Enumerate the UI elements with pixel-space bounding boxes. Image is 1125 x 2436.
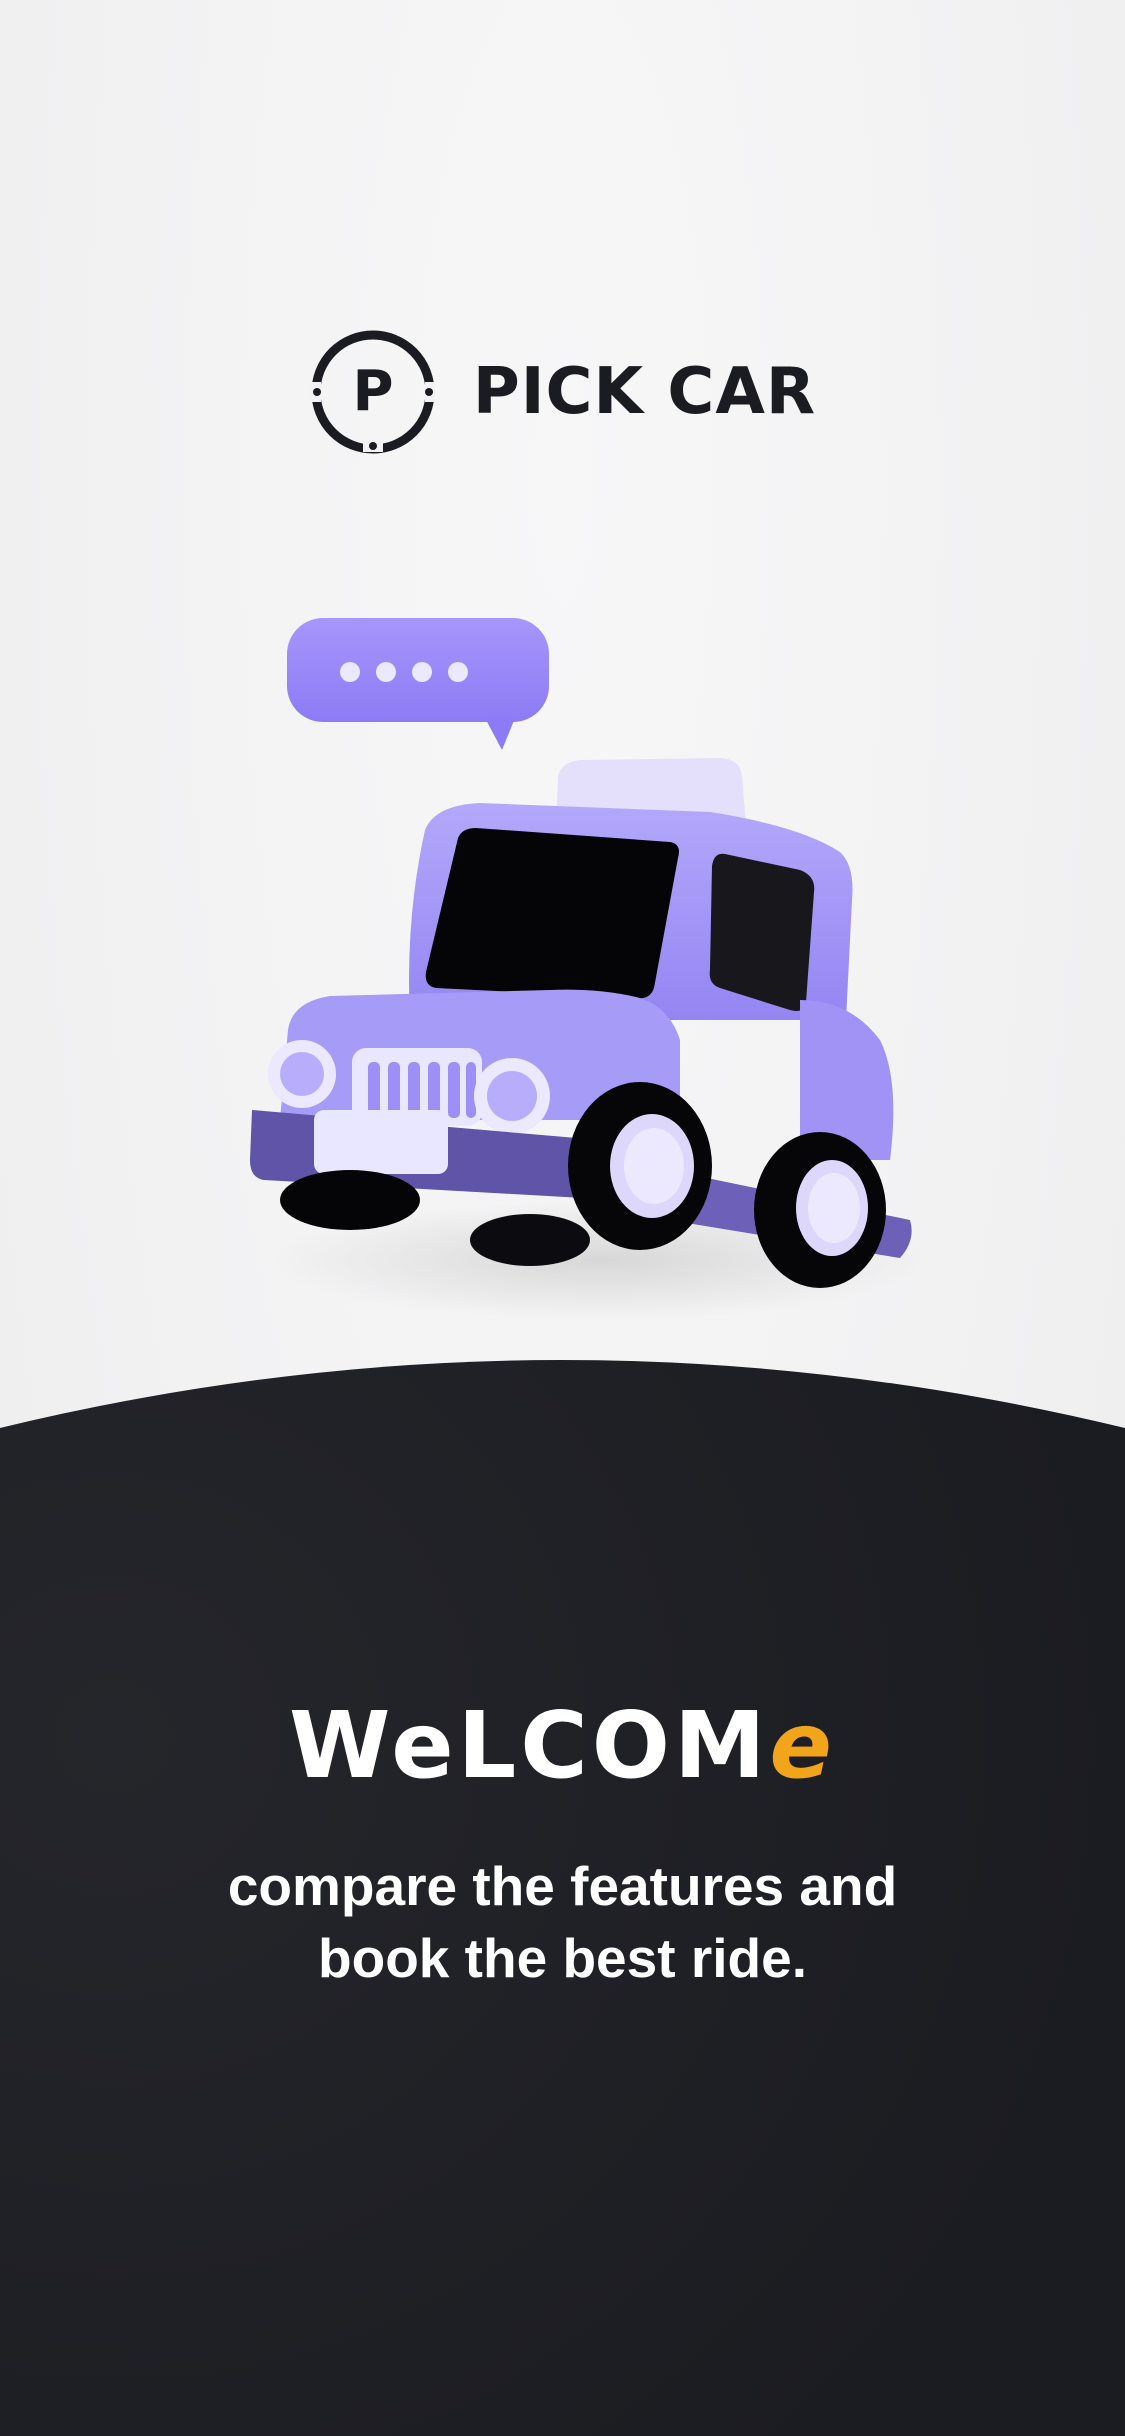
car-with-chat-bubble-icon [250, 618, 930, 1320]
welcome-title: WeLCOMe [0, 1700, 1125, 1792]
tagline-line-1: compare the features and [227, 1855, 898, 1917]
welcome-title-main: WeLCOM [289, 1692, 770, 1799]
tagline-line-2: book the best ride. [318, 1927, 807, 1989]
logo-mark-letter: P [352, 359, 393, 424]
tagline: compare the features and book the best r… [150, 1850, 975, 1994]
brand-name: PICK CAR [472, 355, 817, 429]
chat-bubble [287, 618, 549, 750]
brand-logo: P PICK CAR [0, 322, 1125, 462]
welcome-title-accent: e [769, 1692, 836, 1799]
front-wheel [568, 1082, 712, 1250]
welcome-screen: P PICK CAR WeLCOMe compare the features … [0, 0, 1125, 2436]
steering-wheel-p-icon: P [310, 330, 435, 454]
rear-wheel [754, 1132, 886, 1288]
